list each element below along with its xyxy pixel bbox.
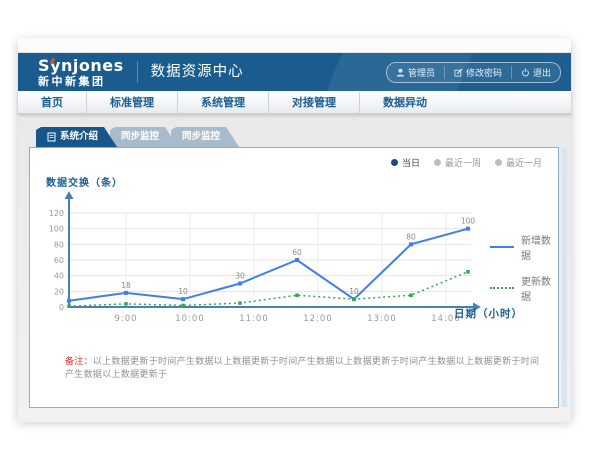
logo-text-cn: 新中新集团: [38, 76, 124, 87]
nav-item-standard-mgmt[interactable]: 标准管理: [86, 92, 177, 113]
svg-text:13:00: 13:00: [367, 314, 397, 324]
radio-icon: [495, 159, 502, 166]
filter-label: 最近一月: [506, 156, 542, 169]
nav-item-home[interactable]: 首页: [18, 92, 86, 113]
svg-text:20: 20: [54, 287, 64, 296]
change-password-label: 修改密码: [466, 66, 502, 79]
svg-text:18: 18: [121, 281, 131, 290]
filter-last-month[interactable]: 最近一月: [495, 156, 542, 169]
tab-sync-monitor-1[interactable]: 同步监控: [110, 127, 178, 147]
radio-icon: [434, 159, 441, 166]
footnote: 备注：以上数据更新于时间产生数据以上数据更新于时间产生数据以上数据更新于时间产生…: [65, 356, 545, 381]
filter-today[interactable]: 当日: [391, 156, 420, 169]
y-axis-title: 数据交换（条）: [46, 174, 123, 189]
nav-item-interface-mgmt[interactable]: 对接管理: [268, 92, 359, 113]
admin-user-label: 管理员: [408, 66, 435, 79]
user-menu: 管理员 修改密码 退出: [386, 62, 561, 83]
svg-text:0: 0: [59, 303, 64, 312]
svg-text:10: 10: [178, 287, 188, 296]
main-nav: 首页 标准管理 系统管理 对接管理 数据异动: [18, 91, 571, 114]
tab-system-intro[interactable]: 系统介绍: [36, 127, 117, 147]
change-password-button[interactable]: 修改密码: [444, 66, 511, 79]
admin-user-button[interactable]: 管理员: [387, 66, 444, 79]
svg-text:10:00: 10:00: [175, 314, 205, 324]
svg-text:100: 100: [49, 225, 64, 234]
legend-item-updated-data: 更新数据: [490, 273, 558, 303]
tab-label: 同步监控: [182, 127, 220, 147]
legend-line-solid: [490, 246, 514, 248]
legend-label: 新增数据: [521, 232, 558, 262]
logout-button[interactable]: 退出: [511, 66, 560, 79]
svg-text:12:00: 12:00: [303, 314, 333, 324]
app-header: Synjones 新中新集团 数据资源中心 管理员: [18, 53, 571, 91]
legend-item-new-data: 新增数据: [490, 232, 558, 262]
svg-text:10: 10: [349, 287, 359, 296]
company-logo: Synjones 新中新集团: [38, 58, 124, 87]
document-icon: [47, 132, 56, 142]
chart-legend: 新增数据 更新数据: [490, 232, 558, 314]
scrollbar[interactable]: [562, 148, 567, 407]
svg-text:40: 40: [54, 272, 64, 281]
nav-item-data-change[interactable]: 数据异动: [359, 92, 450, 113]
svg-text:11:00: 11:00: [239, 314, 269, 324]
legend-line-dotted: [490, 287, 514, 289]
tab-label: 系统介绍: [60, 127, 98, 147]
content-area: 系统介绍 同步监控 同步监控 当日 最近一周: [18, 114, 571, 422]
footnote-prefix: 备注：: [65, 357, 93, 367]
svg-text:9:00: 9:00: [114, 314, 137, 324]
radio-icon: [391, 159, 398, 166]
footnote-text: 以上数据更新于时间产生数据以上数据更新于时间产生数据以上数据更新于时间产生数据以…: [65, 357, 539, 380]
time-range-filters: 当日 最近一周 最近一月: [391, 156, 542, 169]
tab-sync-monitor-2[interactable]: 同步监控: [171, 127, 239, 147]
app-window: Synjones 新中新集团 数据资源中心 管理员: [18, 38, 571, 420]
page-title: 数据资源中心: [137, 61, 244, 83]
tab-bar: 系统介绍 同步监控 同步监控: [36, 127, 239, 147]
chart-panel: 当日 最近一周 最近一月 数据交换（条） 0 20 40 60 80 100 120 9:00…: [29, 147, 559, 408]
user-icon: [396, 68, 405, 77]
legend-label: 更新数据: [521, 273, 558, 303]
svg-text:120: 120: [49, 209, 64, 218]
header-inner: Synjones 新中新集团 数据资源中心 管理员: [18, 53, 571, 91]
svg-text:30: 30: [235, 272, 245, 281]
svg-text:60: 60: [54, 256, 64, 265]
svg-text:60: 60: [292, 248, 302, 257]
svg-text:80: 80: [54, 240, 64, 249]
filter-label: 最近一周: [445, 156, 481, 169]
tab-label: 同步监控: [121, 127, 159, 147]
svg-text:80: 80: [406, 232, 416, 241]
logout-label: 退出: [533, 66, 551, 79]
edit-icon: [454, 68, 463, 77]
filter-last-week[interactable]: 最近一周: [434, 156, 481, 169]
page: Synjones 新中新集团 数据资源中心 管理员: [0, 0, 600, 450]
power-icon: [521, 68, 530, 77]
nav-item-system-mgmt[interactable]: 系统管理: [177, 92, 268, 113]
window-top-strip: [18, 38, 571, 53]
svg-text:100: 100: [461, 217, 476, 226]
filter-label: 当日: [402, 156, 420, 169]
